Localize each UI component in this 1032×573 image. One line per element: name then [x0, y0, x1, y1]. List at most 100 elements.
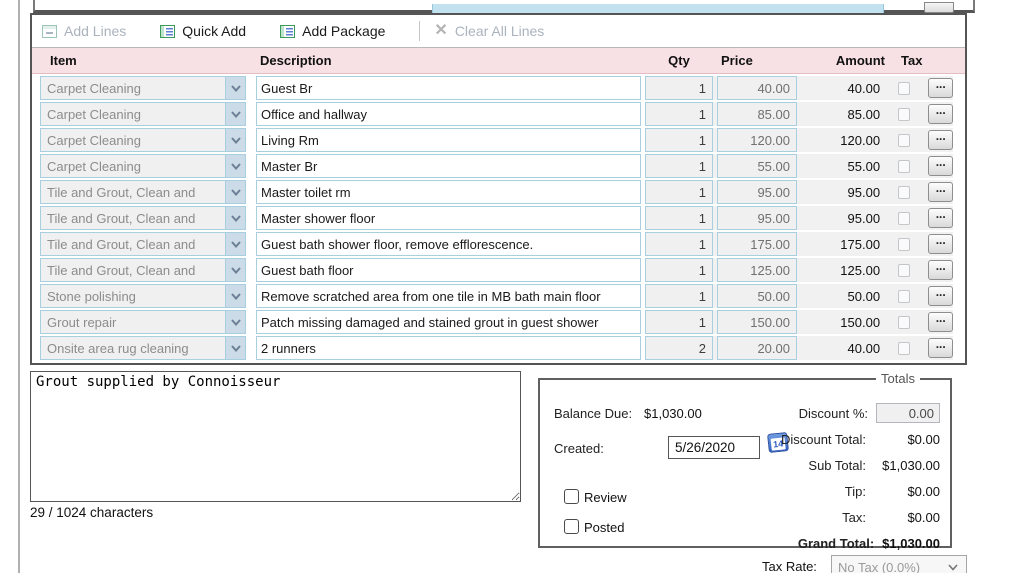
- row-right-section: 95.00 ...: [645, 206, 953, 230]
- description-input[interactable]: [256, 206, 641, 230]
- item-dropdown[interactable]: Tile and Grout, Clean and: [40, 232, 246, 256]
- qty-input[interactable]: [645, 336, 713, 360]
- toolbar-separator: [419, 21, 420, 41]
- row-options-button[interactable]: ...: [928, 78, 953, 98]
- qty-input[interactable]: [645, 76, 713, 100]
- row-options-button[interactable]: ...: [928, 182, 953, 202]
- description-input[interactable]: [256, 310, 641, 334]
- item-dropdown[interactable]: Carpet Cleaning: [40, 128, 246, 152]
- price-input[interactable]: [717, 284, 797, 308]
- item-dropdown[interactable]: Tile and Grout, Clean and: [40, 180, 246, 204]
- tax-rate-select[interactable]: No Tax (0.0%): [831, 555, 967, 573]
- description-input[interactable]: [256, 76, 641, 100]
- item-dropdown-value: Tile and Grout, Clean and: [41, 233, 225, 255]
- invoice-editor-page: Add Lines Quick Add: [0, 0, 1032, 573]
- discount-pct-input[interactable]: [876, 403, 940, 423]
- tax-checkbox[interactable]: [898, 108, 910, 121]
- posted-checkbox[interactable]: [564, 519, 579, 534]
- item-dropdown[interactable]: Grout repair: [40, 310, 246, 334]
- item-dropdown[interactable]: Carpet Cleaning: [40, 154, 246, 178]
- tax-checkbox[interactable]: [898, 134, 910, 147]
- table-row: Carpet Cleaning 85.00 ...: [32, 102, 965, 126]
- row-options-button[interactable]: ...: [928, 104, 953, 124]
- balance-due-value: $1,030.00: [644, 406, 702, 421]
- line-items-toolbar: Add Lines Quick Add: [32, 15, 965, 48]
- qty-input[interactable]: [645, 128, 713, 152]
- row-right-section: 50.00 ...: [645, 284, 953, 308]
- price-input[interactable]: [717, 154, 797, 178]
- description-input[interactable]: [256, 284, 641, 308]
- item-dropdown[interactable]: Carpet Cleaning: [40, 102, 246, 126]
- price-input[interactable]: [717, 76, 797, 100]
- tax-rate-label: Tax Rate:: [762, 559, 817, 573]
- created-label: Created:: [554, 441, 604, 456]
- item-dropdown[interactable]: Stone polishing: [40, 284, 246, 308]
- discount-pct-row: Discount %:: [754, 400, 940, 426]
- row-options-button[interactable]: ...: [928, 156, 953, 176]
- row-options-button[interactable]: ...: [928, 260, 953, 280]
- tax-checkbox[interactable]: [898, 82, 910, 95]
- row-options-button[interactable]: ...: [928, 286, 953, 306]
- quick-add-button[interactable]: Quick Add: [160, 23, 246, 39]
- item-dropdown[interactable]: Carpet Cleaning: [40, 76, 246, 100]
- description-input[interactable]: [256, 154, 641, 178]
- row-options-button[interactable]: ...: [928, 208, 953, 228]
- row-options-button[interactable]: ...: [928, 130, 953, 150]
- tip-row: Tip: $0.00: [754, 478, 940, 504]
- item-dropdown[interactable]: Tile and Grout, Clean and: [40, 258, 246, 282]
- description-input[interactable]: [256, 258, 641, 282]
- tax-checkbox[interactable]: [898, 290, 910, 303]
- qty-input[interactable]: [645, 310, 713, 334]
- tax-checkbox[interactable]: [898, 186, 910, 199]
- price-input[interactable]: [717, 128, 797, 152]
- description-input[interactable]: [256, 232, 641, 256]
- price-input[interactable]: [717, 180, 797, 204]
- clear-all-lines-button[interactable]: ✕ Clear All Lines: [434, 23, 544, 39]
- row-right-section: 150.00 ...: [645, 310, 953, 334]
- tax-checkbox[interactable]: [898, 160, 910, 173]
- description-input[interactable]: [256, 336, 641, 360]
- price-input[interactable]: [717, 206, 797, 230]
- row-options-button[interactable]: ...: [928, 234, 953, 254]
- price-input[interactable]: [717, 336, 797, 360]
- description-input[interactable]: [256, 128, 641, 152]
- tax-checkbox[interactable]: [898, 342, 910, 355]
- qty-input[interactable]: [645, 232, 713, 256]
- qty-input[interactable]: [645, 154, 713, 178]
- tax-checkbox[interactable]: [898, 238, 910, 251]
- qty-input[interactable]: [645, 258, 713, 282]
- qty-input[interactable]: [645, 180, 713, 204]
- item-dropdown[interactable]: Onsite area rug cleaning: [40, 336, 246, 360]
- review-checkbox[interactable]: [564, 489, 579, 504]
- table-row: Carpet Cleaning 55.00 ...: [32, 154, 965, 178]
- amount-value: 55.00: [801, 159, 880, 174]
- row-options-button[interactable]: ...: [928, 312, 953, 332]
- description-input[interactable]: [256, 102, 641, 126]
- tax-checkbox[interactable]: [898, 264, 910, 277]
- price-input[interactable]: [717, 232, 797, 256]
- price-input[interactable]: [717, 102, 797, 126]
- table-row: Onsite area rug cleaning 40.00 ...: [32, 336, 965, 360]
- row-options-button[interactable]: ...: [928, 338, 953, 358]
- subtotal-row: Sub Total: $1,030.00: [754, 452, 940, 478]
- notes-textarea[interactable]: Grout supplied by Connoisseur: [30, 371, 521, 502]
- qty-input[interactable]: [645, 102, 713, 126]
- item-dropdown[interactable]: Tile and Grout, Clean and: [40, 206, 246, 230]
- tax-checkbox[interactable]: [898, 212, 910, 225]
- table-row: Carpet Cleaning 120.00 ...: [32, 128, 965, 152]
- tax-checkbox[interactable]: [898, 316, 910, 329]
- chevron-down-icon: [225, 259, 245, 281]
- price-input[interactable]: [717, 310, 797, 334]
- add-lines-button[interactable]: Add Lines: [42, 23, 126, 39]
- price-input[interactable]: [717, 258, 797, 282]
- item-dropdown-value: Grout repair: [41, 311, 225, 333]
- add-package-button[interactable]: Add Package: [280, 23, 385, 39]
- description-input[interactable]: [256, 180, 641, 204]
- qty-input[interactable]: [645, 206, 713, 230]
- item-dropdown-value: Carpet Cleaning: [41, 129, 225, 151]
- list-add-icon: [160, 25, 175, 38]
- qty-input[interactable]: [645, 284, 713, 308]
- table-row: Tile and Grout, Clean and 175.00 ...: [32, 232, 965, 256]
- clipped-button-fragment: [924, 2, 954, 13]
- created-date-input[interactable]: [668, 436, 760, 459]
